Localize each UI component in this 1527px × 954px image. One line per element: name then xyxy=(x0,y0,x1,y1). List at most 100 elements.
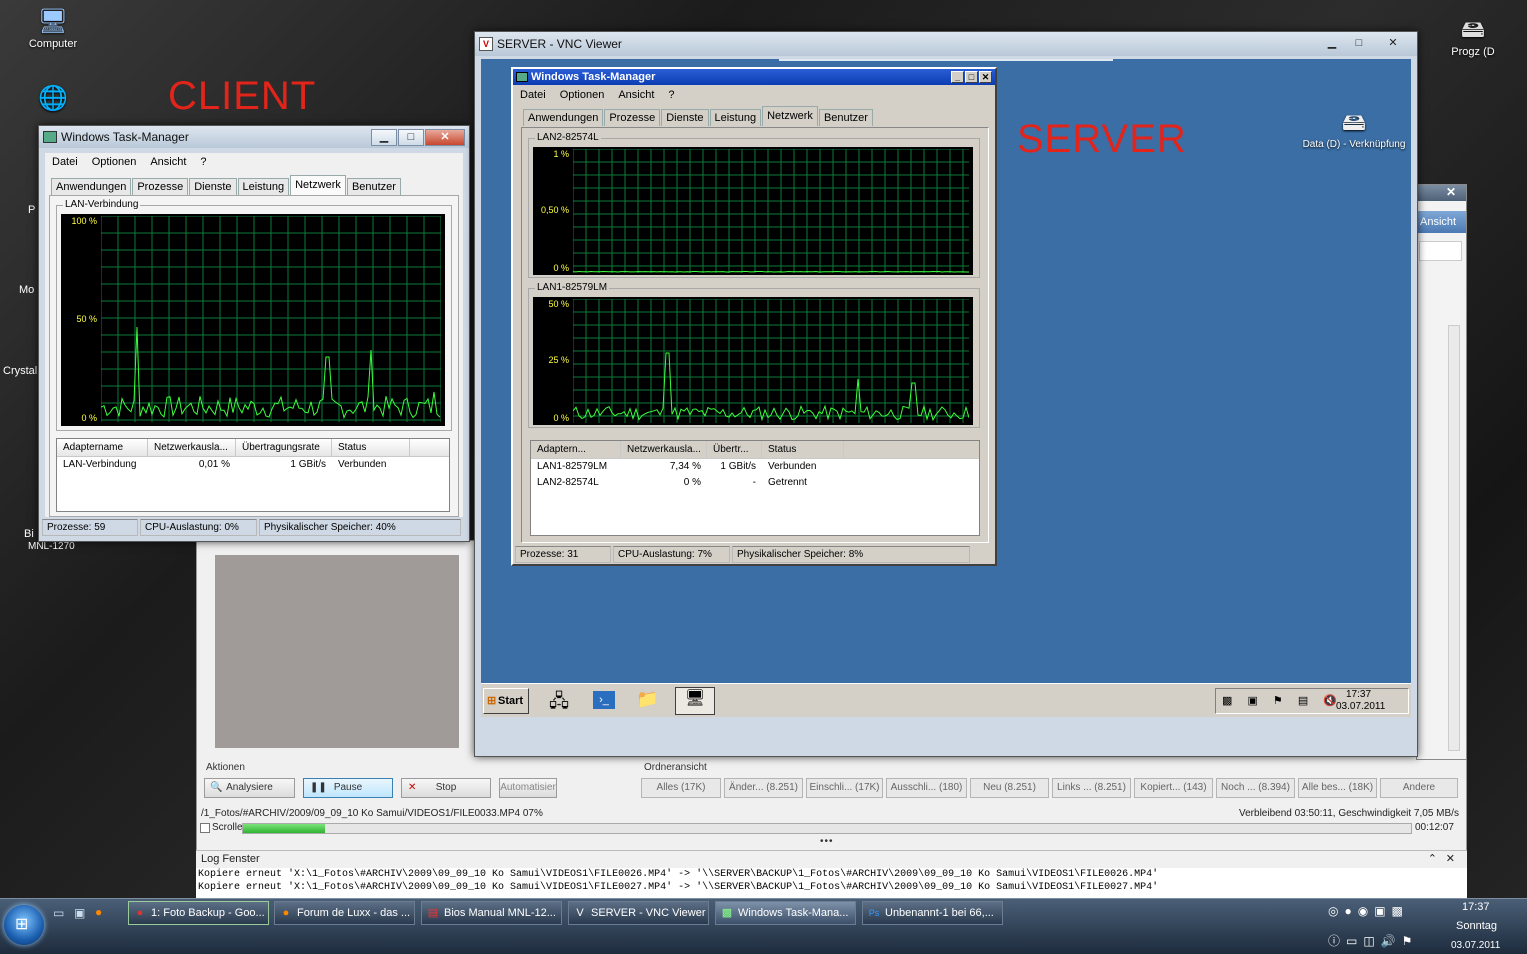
desktop-icon-computer[interactable]: 🖥 Computer xyxy=(8,8,98,50)
minimize-button[interactable]: ▁ xyxy=(371,128,397,146)
filter-button[interactable]: Links ... (8.251) xyxy=(1052,778,1131,798)
backup-right-ansicht[interactable]: Ansicht xyxy=(1417,211,1466,233)
tab-leistung[interactable]: Leistung xyxy=(709,109,762,126)
menu-datei[interactable]: Datei xyxy=(513,89,553,101)
filter-button[interactable]: Alle bes... (18K) xyxy=(1298,778,1377,798)
vnc-titlebar[interactable]: V SERVER - VNC Viewer ▁ □ ✕ xyxy=(475,32,1417,56)
tab-benutzer[interactable]: Benutzer xyxy=(818,109,873,126)
scroll-checkbox[interactable] xyxy=(200,823,210,833)
automate-button[interactable]: Automatisier xyxy=(499,778,557,798)
explorer-icon[interactable]: 📁 xyxy=(636,689,658,710)
tab-benutzer[interactable]: Benutzer xyxy=(346,178,401,195)
tab-prozesse[interactable]: Prozesse xyxy=(132,178,189,195)
powershell-icon[interactable]: ›_ xyxy=(593,691,615,709)
taskbar-item-task-manager[interactable]: ▩ Windows Task-Mana... xyxy=(715,901,856,925)
filter-button[interactable]: Änder... (8.251) xyxy=(724,778,803,798)
menu-ansicht[interactable]: Ansicht xyxy=(611,89,661,101)
backup-right-input[interactable] xyxy=(1419,241,1462,261)
desktop-partial-label: Crystal xyxy=(3,365,38,377)
log-title: Log Fenster xyxy=(201,853,260,865)
pause-button[interactable]: ❚❚ Pause xyxy=(303,778,393,798)
analyze-button[interactable]: 🔍 Analysiere xyxy=(204,778,295,798)
minimize-button[interactable]: ▁ xyxy=(1319,36,1345,53)
tab-anwendungen[interactable]: Anwendungen xyxy=(51,178,132,195)
tray-icons[interactable]: ▩ ▣ ⚑ ▤ 🔇 xyxy=(1222,694,1343,707)
tab-anwendungen[interactable]: Anwendungen xyxy=(523,109,604,126)
desktop-icon-network[interactable]: 🌐 xyxy=(8,85,98,115)
col-status[interactable]: Status xyxy=(762,441,844,458)
close-button[interactable]: ✕ xyxy=(425,128,465,146)
log-collapse-icon[interactable]: ⌃ xyxy=(1428,852,1437,865)
taskbar-item-vnc-viewer[interactable]: V SERVER - VNC Viewer xyxy=(568,901,709,925)
taskbar-item-bios-manual[interactable]: ▤ Bios Manual MNL-12... xyxy=(421,901,562,925)
computer-icon: 🖥 xyxy=(37,8,69,35)
tab-dienste[interactable]: Dienste xyxy=(189,178,237,195)
photoshop-icon: Ps xyxy=(868,908,880,918)
show-desktop-icon[interactable]: ▭ xyxy=(53,906,64,920)
client-graph-group: LAN-Verbindung 100 % 50 % 0 % xyxy=(56,199,452,431)
filter-button[interactable]: Andere xyxy=(1380,778,1458,798)
remote-desktop-icon-data[interactable]: 🖴 Data (D) - Verknüpfung xyxy=(1299,109,1409,150)
table-row[interactable]: LAN1-82579LM 7,34 % 1 GBit/s Verbunden xyxy=(531,459,979,475)
filter-button[interactable]: Noch ... (8.394) xyxy=(1216,778,1295,798)
taskbar-item-photoshop[interactable]: Ps Unbenannt-1 bei 66,... xyxy=(862,901,1003,925)
minimize-button[interactable]: _ xyxy=(951,71,964,83)
tab-netzwerk[interactable]: Netzwerk xyxy=(290,175,346,195)
vnc-remote-desktop[interactable]: SERVER 🖴 Data (D) - Verknüpfung Windows … xyxy=(481,59,1411,717)
maximize-button[interactable]: □ xyxy=(965,71,978,83)
cell-rate: 1 GBit/s xyxy=(720,461,756,472)
tab-leistung[interactable]: Leistung xyxy=(237,178,290,195)
filter-button[interactable]: Alles (17K) xyxy=(641,778,721,798)
col-adaptername[interactable]: Adaptern... xyxy=(531,441,621,458)
clock-time[interactable]: 17:37 xyxy=(1462,901,1490,913)
filter-button[interactable]: Kopiert... (143) xyxy=(1134,778,1213,798)
log-close-icon[interactable]: ✕ xyxy=(1446,852,1455,865)
client-tm-titlebar[interactable]: Windows Task-Manager ▁ □ ✕ xyxy=(39,126,469,148)
menu-datei[interactable]: Datei xyxy=(45,156,85,168)
table-row[interactable]: LAN2-82574L 0 % - Getrennt xyxy=(531,475,979,491)
menu-optionen[interactable]: Optionen xyxy=(553,89,612,101)
menu-help[interactable]: ? xyxy=(661,89,681,101)
splitter-handle[interactable]: ••• xyxy=(820,836,834,847)
col-rate[interactable]: Übertr... xyxy=(707,441,762,458)
log-line: Kopiere erneut 'X:\1_Fotos\#ARCHIV\2009\… xyxy=(198,882,1159,893)
tray-icon-row2[interactable]: ⓘ▭◫🔊⚑ xyxy=(1328,932,1418,949)
backup-right-scrollbar[interactable] xyxy=(1448,325,1460,751)
taskbar-item-forum[interactable]: ● Forum de Luxx - das ... xyxy=(274,901,415,925)
close-button[interactable]: ✕ xyxy=(979,71,992,83)
col-adaptername[interactable]: Adaptername xyxy=(57,439,148,456)
desktop-icon-progz[interactable]: 🖴 Progz (D xyxy=(1428,16,1518,58)
server-tm-title: Windows Task-Manager xyxy=(531,71,656,83)
col-status[interactable]: Status xyxy=(332,439,410,456)
tab-dienste[interactable]: Dienste xyxy=(661,109,709,126)
menu-ansicht[interactable]: Ansicht xyxy=(143,156,193,168)
cell-name: LAN1-82579LM xyxy=(537,461,608,472)
tab-netzwerk[interactable]: Netzwerk xyxy=(762,106,818,126)
taskbar-item-foto-backup[interactable]: ● 1: Foto Backup - Goo... xyxy=(128,901,269,925)
maximize-button[interactable]: □ xyxy=(1346,36,1372,53)
taskmanager-taskbar-icon[interactable]: 🖥 xyxy=(675,687,715,715)
tab-prozesse[interactable]: Prozesse xyxy=(604,109,661,126)
col-rate[interactable]: Übertragungsrate xyxy=(236,439,332,456)
col-util[interactable]: Netzwerkausla... xyxy=(148,439,236,456)
filter-button[interactable]: Ausschli... (180) xyxy=(886,778,967,798)
menu-help[interactable]: ? xyxy=(193,156,213,168)
col-util[interactable]: Netzwerkausla... xyxy=(621,441,707,458)
start-orb[interactable]: ⊞ xyxy=(4,905,44,945)
table-row[interactable]: LAN-Verbindung 0,01 % 1 GBit/s Verbunden xyxy=(57,457,449,473)
server-tm-titlebar[interactable]: Windows Task-Manager _ □ ✕ xyxy=(513,69,995,85)
filter-button[interactable]: Einschli... (17K) xyxy=(806,778,883,798)
y-label-bot: 0 % xyxy=(553,413,569,423)
stop-button[interactable]: ✕ Stop xyxy=(401,778,491,798)
status-processes: Prozesse: 59 xyxy=(42,519,138,536)
menu-optionen[interactable]: Optionen xyxy=(85,156,144,168)
filter-button[interactable]: Neu (8.251) xyxy=(970,778,1049,798)
elapsed-time: 00:12:07 xyxy=(1415,822,1454,833)
maximize-button[interactable]: □ xyxy=(398,128,424,146)
firefox-quicklaunch-icon[interactable]: ● xyxy=(95,905,102,919)
close-button[interactable]: ✕ xyxy=(1373,36,1413,53)
explorer-quicklaunch-icon[interactable]: ▣ xyxy=(74,906,85,920)
tray-icon-row1[interactable]: ◎●◉▣▩ xyxy=(1328,904,1409,918)
server-manager-icon[interactable]: 🖧 xyxy=(549,689,569,717)
remote-start-button[interactable]: ⊞ Start xyxy=(483,688,529,714)
